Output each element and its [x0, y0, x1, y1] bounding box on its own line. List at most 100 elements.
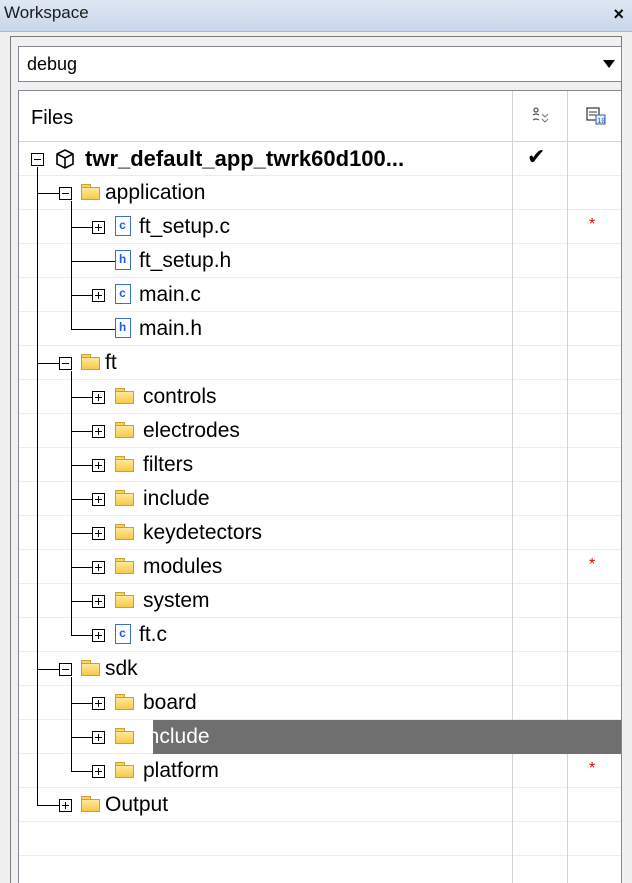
window-title: Workspace	[4, 3, 89, 22]
tree-row[interactable]: ft	[19, 346, 621, 380]
tree-vertical-line	[37, 167, 38, 805]
tree-branch-line	[71, 465, 92, 466]
expand-icon[interactable]	[92, 595, 105, 608]
folder-icon	[115, 490, 134, 506]
tree-vertical-line	[71, 201, 72, 329]
c-file-icon: c	[115, 624, 131, 644]
header-file-icon: h	[115, 318, 131, 338]
tree-row[interactable]: controls	[19, 380, 621, 414]
expand-icon[interactable]	[92, 561, 105, 574]
expand-icon[interactable]	[92, 493, 105, 506]
files-header: Files 10	[19, 91, 621, 141]
tree-item-label: controls	[143, 385, 217, 408]
tree-item-label: sdk	[105, 657, 138, 680]
folder-icon	[115, 728, 134, 744]
expand-icon[interactable]	[92, 765, 105, 778]
check-column-icon[interactable]	[530, 106, 550, 126]
tree-branch-line	[37, 363, 59, 364]
folder-icon	[115, 524, 134, 540]
expand-icon[interactable]	[92, 629, 105, 642]
tree-item-label: application	[105, 181, 206, 204]
tree-branch-line	[37, 805, 59, 806]
tree-row[interactable]: application	[19, 176, 621, 210]
tree-row[interactable]: c main.c	[19, 278, 621, 312]
tree-row[interactable]: keydetectors	[19, 516, 621, 550]
collapse-icon[interactable]	[59, 663, 72, 676]
project-icon	[56, 149, 74, 169]
modified-marker: *	[589, 216, 596, 233]
folder-icon	[115, 694, 134, 710]
expand-icon[interactable]	[92, 697, 105, 710]
tree-row[interactable]: modules *	[19, 550, 621, 584]
tree-item-label: ft_setup.c	[139, 215, 231, 238]
tree-item-label: main.h	[139, 317, 203, 340]
tree-branch-line	[71, 227, 92, 228]
tree-row[interactable]: Output	[19, 788, 621, 822]
expand-icon[interactable]	[92, 459, 105, 472]
collapse-icon[interactable]	[59, 357, 72, 370]
expand-icon[interactable]	[59, 799, 72, 812]
files-tree-panel[interactable]: Files 10 twr_default_app_twrk60d100... ✔ a…	[18, 90, 622, 883]
tree-row[interactable]: c ft_setup.c *	[19, 210, 621, 244]
tree-branch-line	[71, 329, 115, 330]
close-icon[interactable]: ×	[613, 4, 624, 25]
tree-item-label: electrodes	[143, 419, 240, 442]
expand-icon[interactable]	[92, 221, 105, 234]
tree-branch-line	[71, 397, 92, 398]
c-file-icon: c	[115, 216, 131, 236]
tree-row[interactable]: twr_default_app_twrk60d100... ✔	[19, 142, 621, 176]
folder-icon	[81, 660, 100, 676]
folder-icon	[81, 184, 100, 200]
tree-item-label: modules	[143, 555, 223, 578]
folder-icon	[115, 592, 134, 608]
tree-item-label: ft_setup.h	[139, 249, 232, 272]
collapse-icon[interactable]	[31, 153, 44, 166]
modified-marker: *	[589, 760, 596, 777]
files-column-header[interactable]: Files	[31, 107, 73, 130]
expand-icon[interactable]	[92, 391, 105, 404]
modified-marker: *	[589, 556, 596, 573]
tree-row[interactable]: board	[19, 686, 621, 720]
tree-item-label: platform	[143, 759, 219, 782]
expand-icon[interactable]	[92, 289, 105, 302]
tree-item-label: twr_default_app_twrk60d100...	[85, 146, 405, 171]
tree-item-label: main.c	[139, 283, 201, 306]
tree-row[interactable]: include	[19, 720, 621, 754]
expand-icon[interactable]	[92, 425, 105, 438]
tree-branch-line	[71, 737, 92, 738]
tree-row[interactable]: system	[19, 584, 621, 618]
options-column-icon[interactable]: 10	[586, 106, 606, 126]
selection-highlight	[153, 720, 621, 754]
expand-icon[interactable]	[92, 731, 105, 744]
tree-row[interactable]: electrodes	[19, 414, 621, 448]
checkmark-icon: ✔	[527, 144, 546, 169]
tree-row[interactable]: filters	[19, 448, 621, 482]
tree-row[interactable]: c ft.c	[19, 618, 621, 652]
tree-item-label: system	[143, 589, 210, 612]
tree-vertical-line	[71, 371, 72, 635]
folder-icon	[115, 422, 134, 438]
chevron-down-icon[interactable]	[603, 60, 615, 68]
tree-row[interactable]: include	[19, 482, 621, 516]
c-file-icon: c	[115, 284, 131, 304]
tree-item-label: Output	[105, 793, 169, 816]
folder-icon	[81, 796, 100, 812]
tree-row[interactable]: sdk	[19, 652, 621, 686]
tree-item-label: ft	[105, 351, 117, 374]
tree-row[interactable]: platform *	[19, 754, 621, 788]
tree-branch-line	[71, 431, 92, 432]
tree-vertical-line	[71, 677, 72, 771]
configuration-dropdown[interactable]: debug	[18, 46, 622, 82]
tree-branch-line	[71, 635, 92, 636]
tree-branch-line	[71, 771, 92, 772]
tree-branch-line	[71, 261, 115, 262]
folder-icon	[81, 354, 100, 370]
folder-icon	[115, 388, 134, 404]
tree-branch-line	[71, 601, 92, 602]
svg-text:10: 10	[597, 117, 605, 125]
folder-icon	[115, 762, 134, 778]
collapse-icon[interactable]	[59, 187, 72, 200]
tree-item-label: ft.c	[139, 623, 168, 646]
header-file-icon: h	[115, 250, 131, 270]
expand-icon[interactable]	[92, 527, 105, 540]
